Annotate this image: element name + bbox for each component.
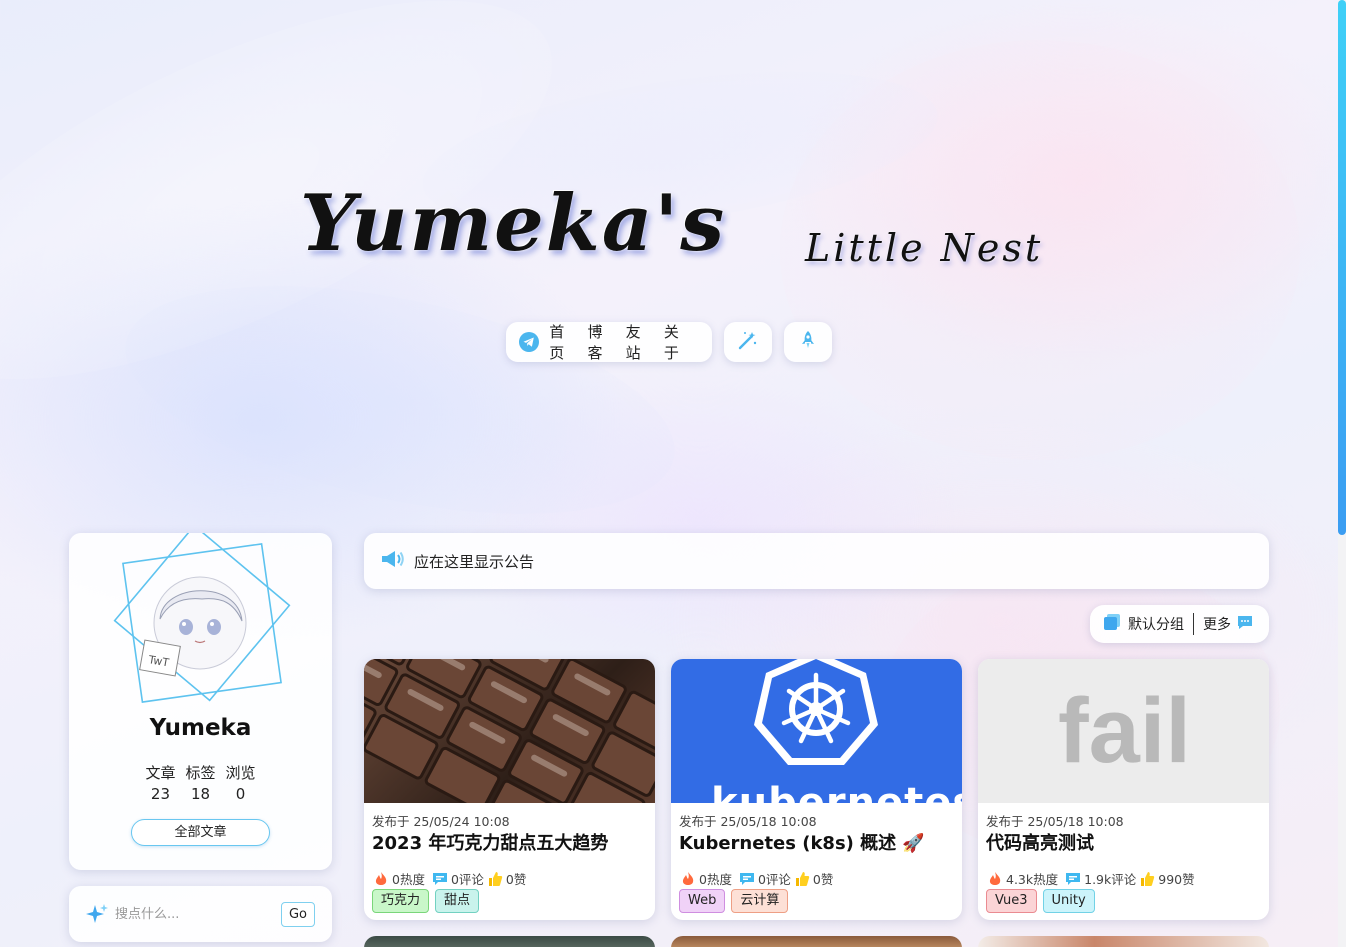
post-cover-chocolate [364, 659, 655, 803]
nav-about[interactable]: 关于 [664, 321, 693, 363]
stat-views-value: 0 [235, 785, 246, 803]
post-meta: 4.3k热度 1.9k评论 990赞 [986, 869, 1197, 888]
stat-tags[interactable]: 标签 18 [185, 763, 215, 805]
group-current[interactable]: 默认分组 [1128, 614, 1184, 634]
profile-stats: 文章 23 标签 18 浏览 0 [69, 763, 332, 805]
tag-chip[interactable]: Unity [1042, 889, 1095, 913]
profile-card: TwT Yumeka 文章 23 标签 18 浏览 0 全部文章 [69, 524, 332, 870]
site-title-main: Yumeka's [300, 178, 727, 269]
fire-icon [679, 870, 697, 888]
nav-friends[interactable]: 友站 [626, 321, 655, 363]
post-likes: 0赞 [812, 872, 834, 887]
comment-icon [1064, 870, 1082, 888]
post-likes: 990赞 [1158, 872, 1195, 887]
post-card-chocolate[interactable]: 发布于 25/05/24 10:08 2023 年巧克力甜点五大趋势 0热度 0… [364, 659, 655, 920]
chat-bubble-icon[interactable] [1236, 614, 1254, 634]
stat-posts[interactable]: 文章 23 [145, 763, 175, 805]
search-card: Go [69, 886, 332, 942]
comment-icon [431, 870, 449, 888]
announcement-text: 应在这里显示公告 [414, 552, 535, 571]
post-title[interactable]: Kubernetes (k8s) 概述 🚀 [679, 829, 925, 855]
scrollbar-thumb[interactable] [1338, 0, 1346, 535]
main-nav: 首页 博客 友站 关于 [506, 322, 712, 362]
group-divider [1193, 613, 1194, 635]
post-title[interactable]: 代码高亮测试 [986, 829, 1094, 855]
post-likes: 0赞 [505, 872, 527, 887]
site-title-sub: Little Nest [805, 226, 1044, 270]
rocket-icon [797, 329, 819, 355]
theme-toggle-button[interactable] [724, 322, 772, 362]
megaphone-icon [380, 548, 406, 574]
thumbs-up-icon [793, 870, 811, 888]
post-title[interactable]: 2023 年巧克力甜点五大趋势 [372, 829, 608, 855]
post-cover-kubernetes: kubernetes [671, 659, 962, 803]
post-card-code-highlight[interactable]: fail 发布于 25/05/18 10:08 代码高亮测试 4.3k热度 1.… [978, 659, 1269, 920]
stat-views: 浏览 0 [226, 763, 256, 805]
tag-chip[interactable]: 云计算 [731, 889, 789, 913]
all-posts-button[interactable]: 全部文章 [131, 819, 270, 846]
telegram-plane-icon[interactable] [516, 329, 541, 355]
tag-chip[interactable]: Vue3 [986, 889, 1037, 913]
stat-posts-label: 文章 [145, 764, 176, 782]
post-tags: Web 云计算 [679, 889, 789, 913]
post-comments: 1.9k评论 [1084, 872, 1137, 887]
post-card-peek[interactable] [364, 936, 655, 947]
profile-name: Yumeka [149, 715, 252, 741]
fire-icon [986, 870, 1004, 888]
stat-tags-value: 18 [190, 785, 211, 803]
k8s-wordmark: kubernetes [711, 780, 962, 803]
post-date: 发布于 25/05/18 10:08 [986, 814, 1124, 829]
post-heat: 0热度 [699, 872, 732, 887]
back-to-top-button[interactable] [784, 322, 832, 362]
search-go-button[interactable]: Go [281, 902, 315, 927]
post-card-peek[interactable] [671, 936, 962, 947]
post-date: 发布于 25/05/18 10:08 [679, 814, 817, 829]
fire-icon [372, 870, 390, 888]
announcement-bar: 应在这里显示公告 [364, 533, 1269, 589]
post-cover-fail: fail [978, 659, 1269, 803]
site-title: Yumeka's Little Nest [300, 178, 1060, 288]
stat-tags-label: 标签 [185, 764, 216, 782]
thumbs-up-icon [1138, 870, 1156, 888]
post-card-kubernetes[interactable]: kubernetes 发布于 25/05/18 10:08 Kubernetes… [671, 659, 962, 920]
tag-chip[interactable]: 巧克力 [372, 889, 430, 913]
nav-blog[interactable]: 博客 [587, 321, 616, 363]
post-tags: 巧克力 甜点 [372, 889, 480, 913]
avatar[interactable]: TwT [102, 524, 302, 713]
comment-icon [738, 870, 756, 888]
folder-icon [1102, 612, 1122, 636]
stat-posts-value: 23 [150, 785, 171, 803]
thumbs-up-icon [486, 870, 504, 888]
page-scrollbar[interactable] [1338, 0, 1346, 947]
post-comments: 0评论 [757, 872, 791, 887]
tag-chip[interactable]: Web [679, 889, 726, 913]
stat-views-label: 浏览 [225, 764, 256, 782]
post-meta: 0热度 0评论 0赞 [372, 869, 528, 888]
magic-wand-icon [737, 329, 759, 355]
post-tags: Vue3 Unity [986, 889, 1095, 913]
post-date: 发布于 25/05/24 10:08 [372, 814, 510, 829]
nav-home[interactable]: 首页 [549, 321, 578, 363]
group-selector: 默认分组 更多 [1090, 605, 1269, 643]
post-heat: 4.3k热度 [1006, 872, 1059, 887]
post-heat: 0热度 [392, 872, 425, 887]
sparkle-icon [85, 902, 109, 930]
tag-chip[interactable]: 甜点 [435, 889, 480, 913]
group-more[interactable]: 更多 [1203, 614, 1231, 634]
search-input[interactable] [115, 902, 275, 926]
post-meta: 0热度 0评论 0赞 [679, 869, 835, 888]
post-card-peek[interactable] [978, 936, 1269, 947]
post-comments: 0评论 [450, 872, 484, 887]
fail-placeholder-text: fail [1058, 680, 1191, 782]
